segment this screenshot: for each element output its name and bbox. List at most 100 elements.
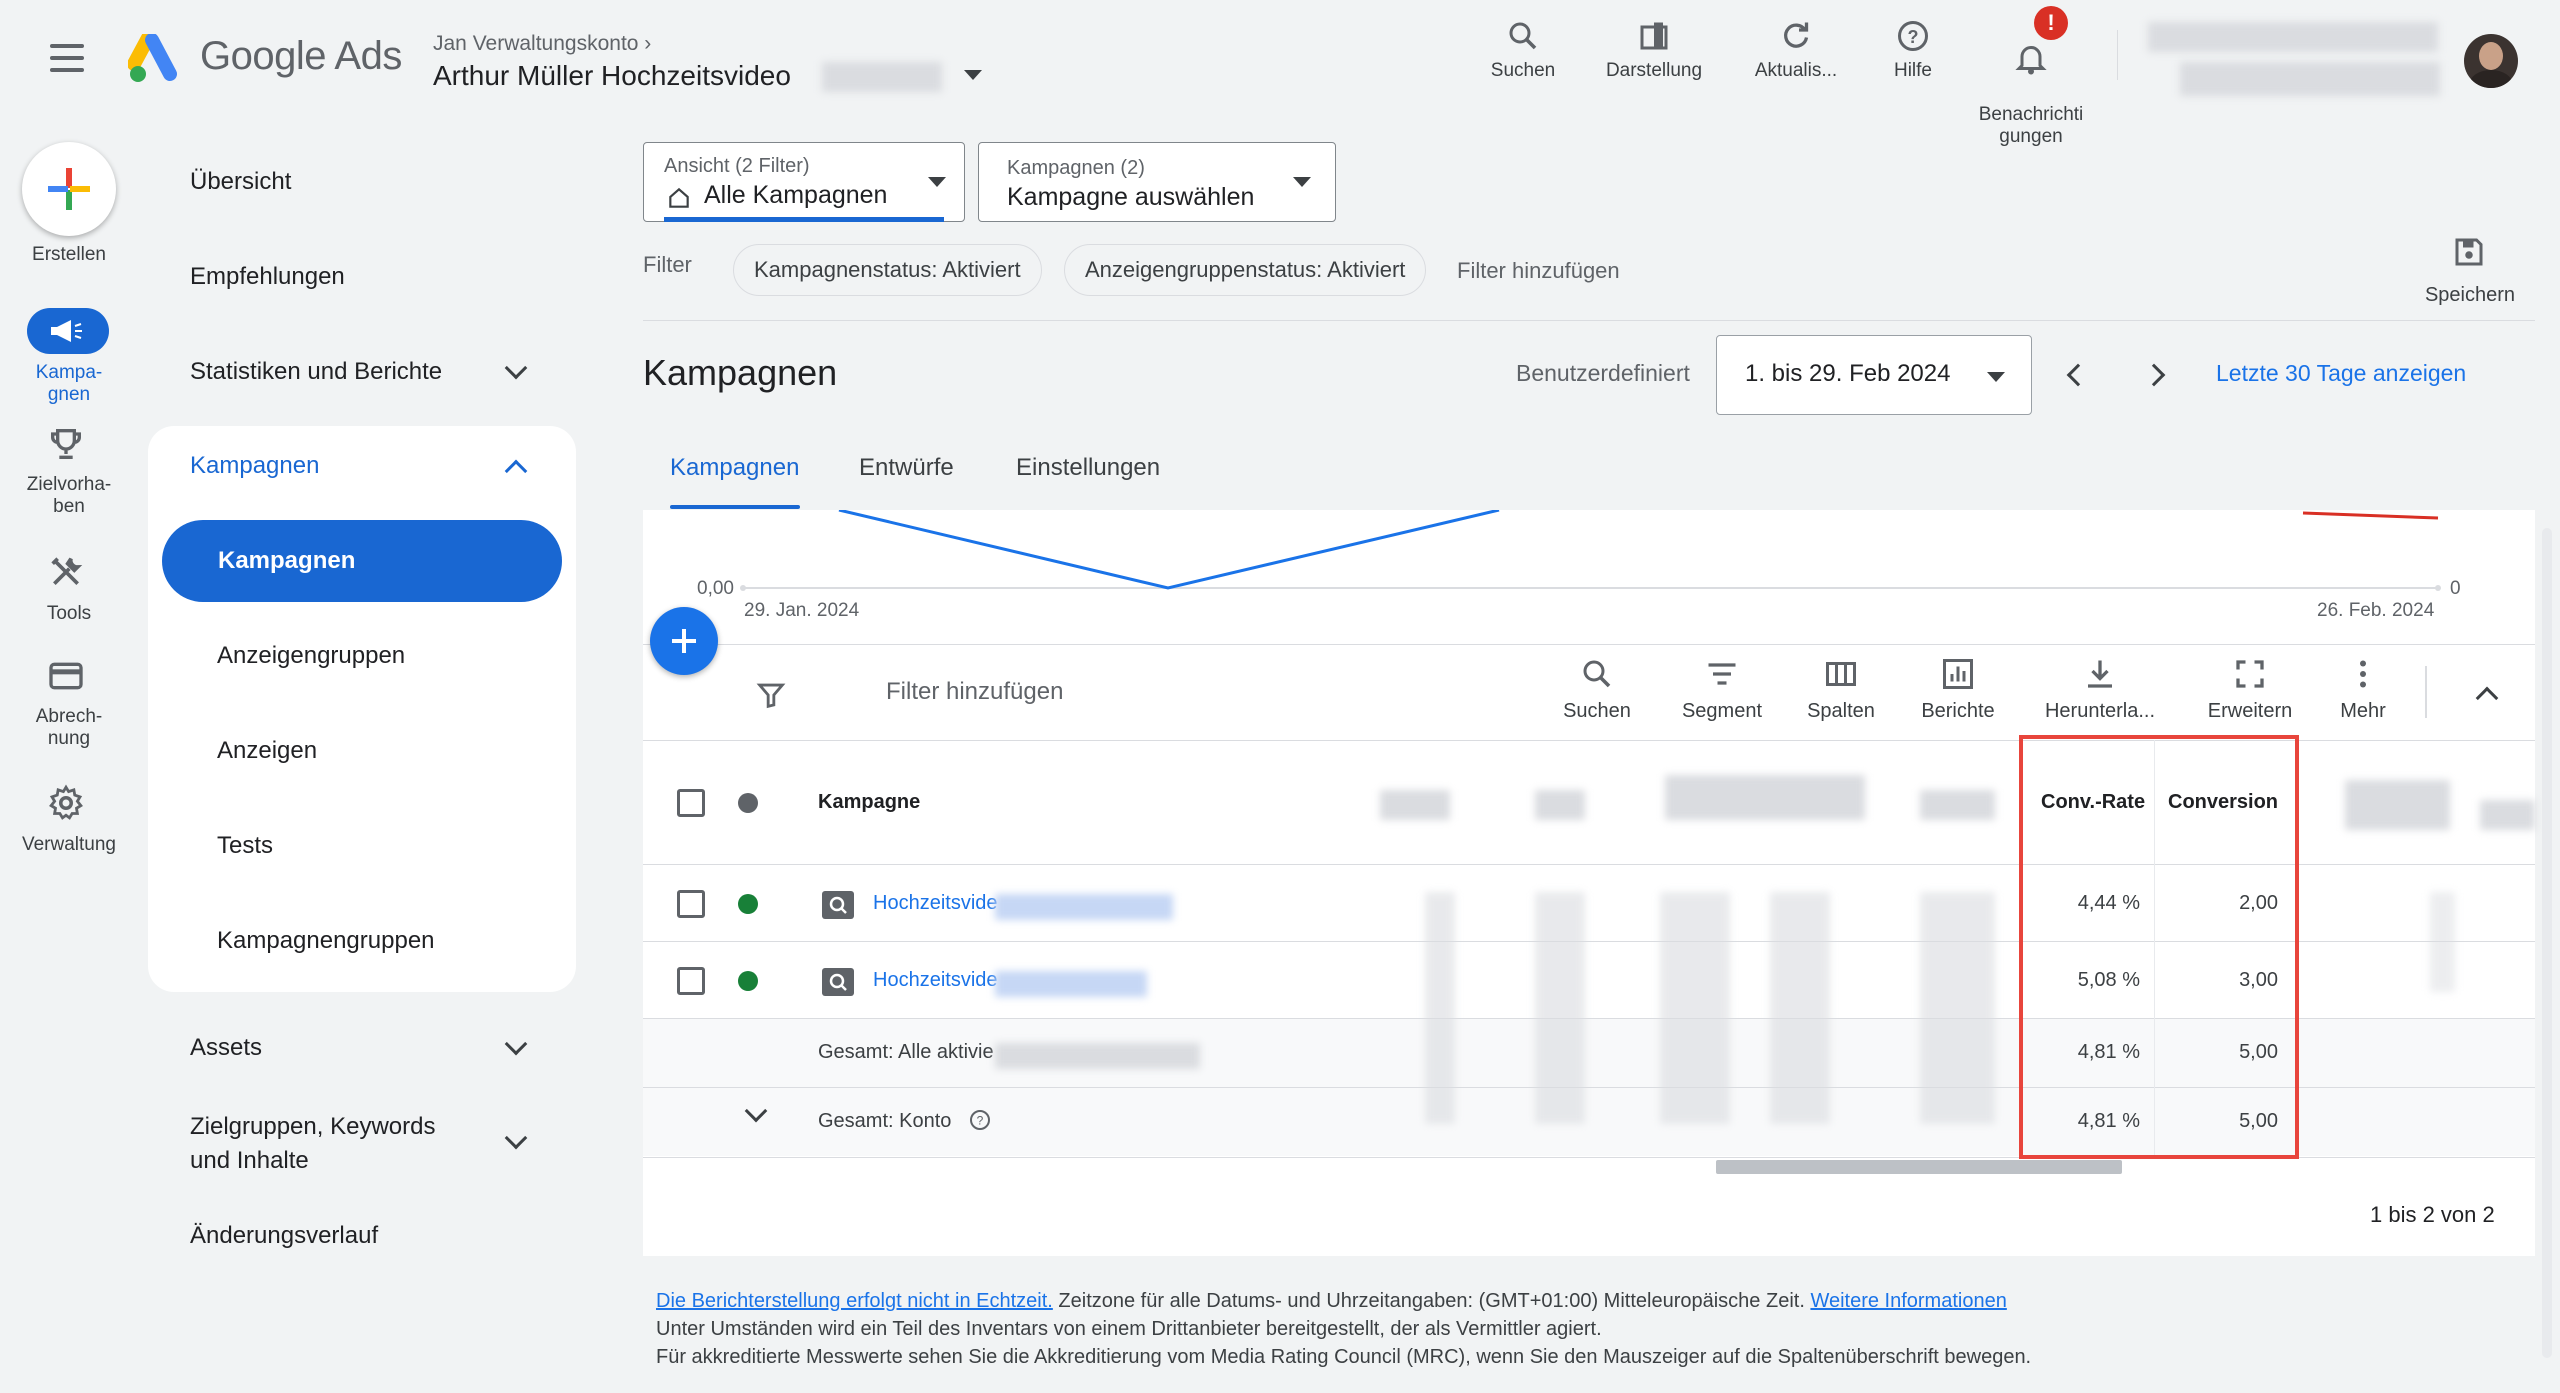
page-title: Kampagnen	[643, 352, 838, 393]
nav-recommendations[interactable]: Empfehlungen	[190, 263, 345, 291]
table-tool-download[interactable]: Herunterla...	[2030, 656, 2170, 723]
rail-label-tools[interactable]: Tools	[4, 603, 134, 625]
chevron-down-icon[interactable]	[504, 356, 528, 380]
table-tool-columns[interactable]: Spalten	[1781, 656, 1901, 723]
nav-sub-adgroups[interactable]: Anzeigengruppen	[217, 642, 405, 670]
user-name-redacted	[2180, 62, 2440, 96]
chevron-left-icon[interactable]	[2066, 363, 2090, 387]
toolbar-notifications[interactable]: Benachrichti gungen	[1976, 18, 2086, 148]
redacted-header	[1920, 790, 1995, 820]
toolbar-appearance[interactable]: Darstellung	[1599, 18, 1709, 82]
save-button[interactable]: Speichern	[2410, 284, 2530, 307]
view-selector[interactable]: Ansicht (2 Filter) Alle Kampagnen	[643, 142, 965, 222]
table-tool-more[interactable]: Mehr	[2303, 656, 2423, 723]
nav-overview[interactable]: Übersicht	[190, 168, 291, 196]
table-filter-input[interactable]: Filter hinzufügen	[886, 678, 1063, 706]
more-vert-icon	[2360, 660, 2366, 688]
create-button[interactable]	[22, 142, 116, 236]
total-account-label: Gesamt: Konto	[818, 1110, 952, 1132]
axis-marker	[2435, 585, 2441, 591]
more-info-link[interactable]: Weitere Informationen	[1810, 1290, 2006, 1312]
filter-chip-campaign-status[interactable]: Kampagnenstatus: Aktiviert	[733, 244, 1042, 296]
avatar[interactable]	[2464, 34, 2518, 88]
campaign-selector-label: Kampagnen (2)	[1007, 157, 1145, 179]
add-campaign-button[interactable]	[650, 607, 718, 675]
series-line-blue	[838, 510, 1500, 590]
filter-chip-adgroup-status[interactable]: Anzeigengruppenstatus: Aktiviert	[1064, 244, 1427, 296]
tab-settings[interactable]: Einstellungen	[1016, 454, 1160, 482]
table-tool-reports[interactable]: Berichte	[1898, 656, 2018, 723]
tab-drafts[interactable]: Entwürfe	[859, 454, 954, 482]
plus-icon	[48, 168, 90, 210]
nav-assets[interactable]: Assets	[190, 1034, 262, 1062]
redacted-column	[1770, 892, 1830, 1124]
nav-sub-campaign-groups[interactable]: Kampagnengruppen	[217, 927, 435, 955]
redacted-text	[995, 971, 1147, 997]
chart-y-right-label: 0	[2450, 578, 2461, 599]
nav-campaigns-section[interactable]: Kampagnen	[190, 452, 319, 480]
table-tool-segment[interactable]: Segment	[1662, 656, 1782, 723]
tools-icon[interactable]	[44, 552, 88, 592]
table-tool-search[interactable]: Suchen	[1537, 656, 1657, 723]
dropdown-arrow-icon	[1987, 372, 2005, 382]
trophy-icon[interactable]	[44, 424, 88, 464]
account-dropdown-icon[interactable]	[964, 70, 982, 80]
nav-sub-campaigns[interactable]: Kampagnen	[162, 520, 562, 602]
google-ads-logo-icon[interactable]	[128, 34, 186, 84]
active-indicator	[664, 217, 944, 222]
view-selector-label: Ansicht (2 Filter)	[664, 155, 810, 177]
chevron-down-icon[interactable]	[504, 1126, 528, 1150]
last-30-days-link[interactable]: Letzte 30 Tage anzeigen	[2216, 360, 2466, 387]
view-selector-value: Alle Kampagnen	[704, 181, 888, 209]
campaign-link[interactable]: Hochzeitsvide	[873, 969, 998, 992]
toolbar-help[interactable]: ? Hilfe	[1858, 18, 1968, 82]
status-column-icon[interactable]	[738, 793, 758, 813]
table-tool-expand[interactable]: Erweitern	[2190, 656, 2310, 723]
dropdown-arrow-icon	[1293, 177, 1311, 187]
vertical-scrollbar[interactable]	[2542, 528, 2552, 1358]
column-header-campaign[interactable]: Kampagne	[818, 791, 920, 814]
chevron-right-icon[interactable]	[2142, 363, 2166, 387]
dropdown-arrow-icon	[928, 177, 946, 187]
rail-label-campaigns[interactable]: Kampa- gnen	[4, 362, 134, 406]
redacted-column	[1535, 892, 1585, 1124]
nav-audiences[interactable]: Zielgruppen, Keywords und Inhalte	[190, 1110, 435, 1178]
row-checkbox[interactable]	[677, 890, 705, 918]
nav-statistics[interactable]: Statistiken und Berichte	[190, 358, 442, 386]
row-checkbox[interactable]	[677, 967, 705, 995]
notification-badge: !	[2034, 6, 2068, 40]
account-selector[interactable]: Arthur Müller Hochzeitsvideo	[433, 60, 791, 92]
add-filter-button[interactable]: Filter hinzufügen	[1457, 258, 1620, 284]
segment-icon	[1708, 663, 1736, 685]
tab-campaigns[interactable]: Kampagnen	[670, 454, 799, 482]
credit-card-icon[interactable]	[44, 656, 88, 696]
redacted-text	[995, 1043, 1200, 1069]
nav-change-history[interactable]: Änderungsverlauf	[190, 1222, 378, 1250]
realtime-link[interactable]: Die Berichterstellung erfolgt nicht in E…	[656, 1290, 1053, 1312]
campaign-selector[interactable]: Kampagnen (2) Kampagne auswählen	[978, 142, 1336, 222]
account-id-redacted	[822, 62, 942, 92]
gear-icon[interactable]	[44, 782, 88, 824]
divider	[643, 644, 2535, 645]
parent-account[interactable]: Jan Verwaltungskonto ›	[433, 32, 651, 56]
menu-icon[interactable]	[50, 44, 84, 72]
rail-item-campaigns[interactable]	[27, 308, 109, 354]
rail-label-billing[interactable]: Abrech- nung	[4, 706, 134, 750]
help-icon[interactable]: ?	[968, 1108, 992, 1132]
save-icon[interactable]	[2451, 234, 2487, 270]
filter-icon[interactable]	[754, 678, 788, 712]
toolbar-refresh[interactable]: Aktualis...	[1741, 18, 1851, 82]
campaign-link[interactable]: Hochzeitsvide	[873, 892, 998, 915]
nav-sub-ads[interactable]: Anzeigen	[217, 737, 317, 765]
rail-label-admin[interactable]: Verwaltung	[4, 834, 134, 856]
status-enabled-dot	[738, 894, 758, 914]
search-icon	[1509, 22, 1537, 50]
tab-indicator	[670, 505, 800, 509]
nav-sub-tests[interactable]: Tests	[217, 832, 273, 860]
select-all-checkbox[interactable]	[677, 789, 705, 817]
horizontal-scrollbar[interactable]	[1716, 1160, 2122, 1174]
date-range-picker[interactable]: 1. bis 29. Feb 2024	[1716, 335, 2032, 415]
rail-label-goals[interactable]: Zielvorha- ben	[4, 474, 134, 518]
chevron-down-icon[interactable]	[504, 1032, 528, 1056]
toolbar-search[interactable]: Suchen	[1468, 18, 1578, 82]
